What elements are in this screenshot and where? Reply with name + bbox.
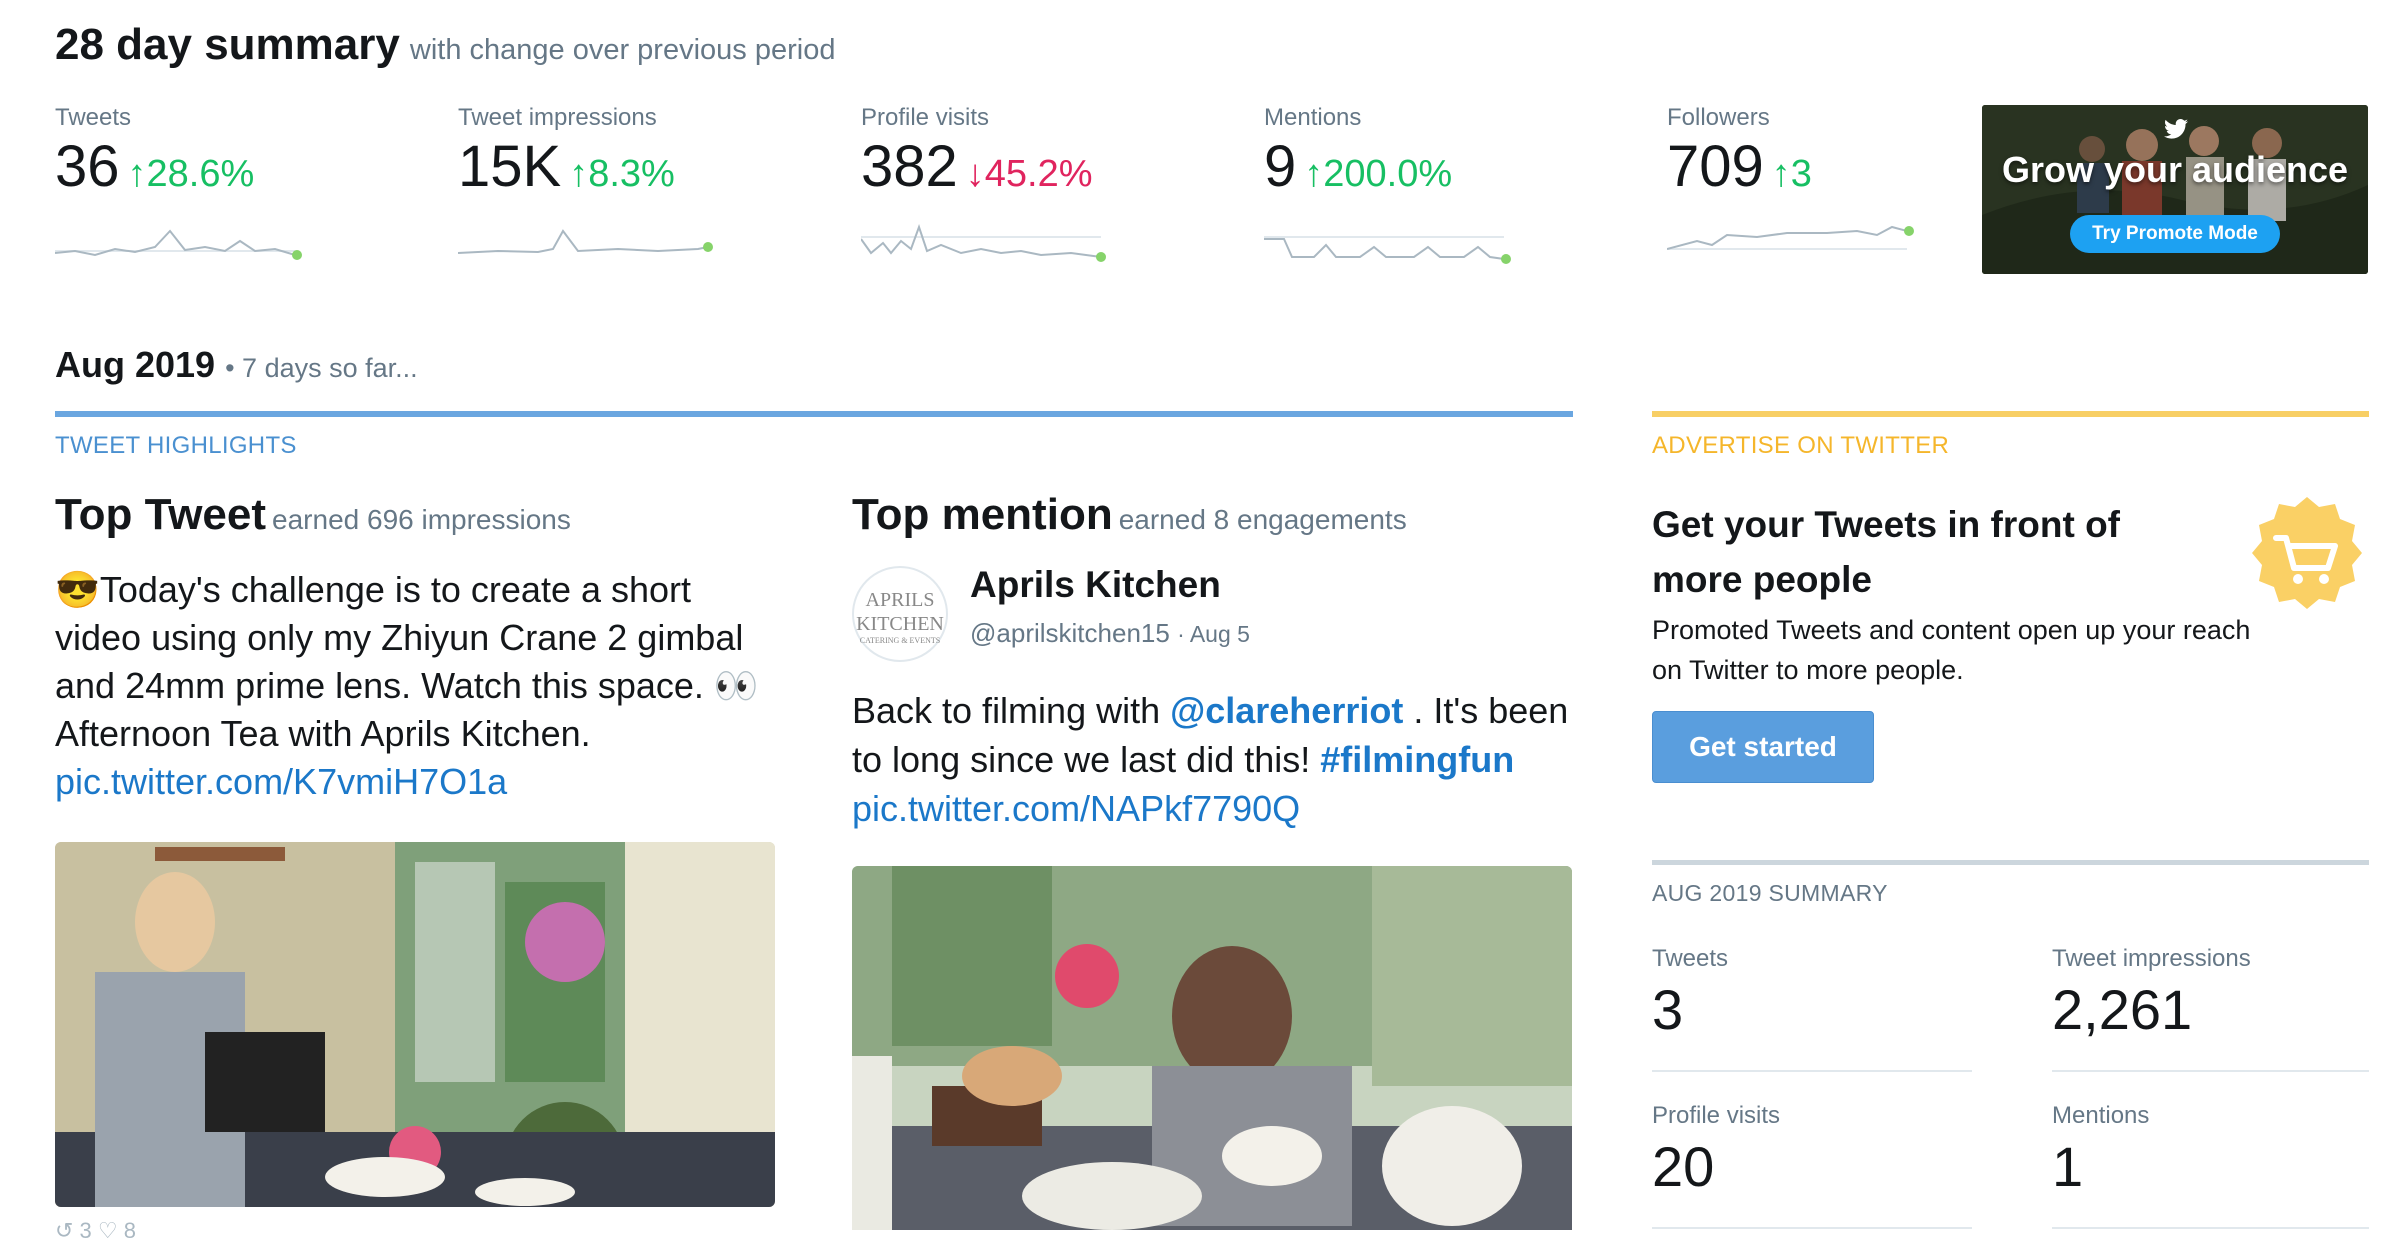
sparkline-followers xyxy=(1667,225,1914,250)
metric-label: Tweets xyxy=(55,104,132,131)
metric-value: 36 xyxy=(55,134,120,199)
metric-mentions[interactable]: Mentions 9 ↑200.0% xyxy=(1264,104,1644,273)
metric-label: Profile visits xyxy=(861,104,990,131)
summary-subtitle: with change over previous period xyxy=(409,34,836,66)
top-tweet-text[interactable]: 😎Today's challenge is to create a short … xyxy=(55,566,785,806)
metric-value: 709 xyxy=(1667,134,1764,199)
hashtag-link[interactable]: #filmingfun xyxy=(1320,739,1514,780)
aug-stat-divider xyxy=(2052,1227,2369,1229)
period-header: Aug 2019 • 7 days so far... xyxy=(55,344,418,386)
top-tweet-engagement-stats: ↺ 3 ♡ 8 xyxy=(55,1218,136,1243)
top-mention-title: Top mention earned 8 engagements xyxy=(852,490,1407,539)
top-tweet-photo[interactable] xyxy=(55,842,775,1207)
metric-label: Tweet impressions xyxy=(458,104,657,131)
highlights-divider xyxy=(55,411,1573,417)
summary-title: 28 day summary with change over previous … xyxy=(55,20,835,70)
top-mention-photo[interactable] xyxy=(852,866,1572,1230)
top-mention-image xyxy=(852,866,1572,1230)
aug-stat-value: 1 xyxy=(2052,1135,2084,1198)
metric-value: 15K xyxy=(458,134,562,199)
aug-summary-divider xyxy=(1652,860,2369,865)
mention-author-handle: @aprilskitchen15 · Aug 5 xyxy=(970,618,1250,648)
metric-change: ↑3 xyxy=(1771,153,1812,195)
aug-stat-label: Profile visits xyxy=(1652,1102,1781,1129)
aug-stat-divider xyxy=(1652,1070,1972,1072)
aug-stat-mentions[interactable]: Mentions 1 xyxy=(2052,1102,2369,1199)
aug-stat-tweets[interactable]: Tweets 3 xyxy=(1652,945,1972,1042)
try-promote-mode-button[interactable]: Try Promote Mode xyxy=(2070,215,2280,253)
period-note: • 7 days so far... xyxy=(225,353,418,383)
get-started-button[interactable]: Get started xyxy=(1652,711,1874,783)
aug-stat-tweet-impressions[interactable]: Tweet impressions 2,261 xyxy=(2052,945,2369,1042)
mention-date: · Aug 5 xyxy=(1177,621,1250,647)
aug-stat-divider xyxy=(2052,1070,2369,1072)
top-tweet-image xyxy=(55,842,775,1207)
avatar-text: APRILS xyxy=(865,589,935,611)
top-mention-text[interactable]: Back to filming with @clareherriot . It'… xyxy=(852,686,1572,833)
top-tweet-title: Top Tweet earned 696 impressions xyxy=(55,490,571,539)
metric-change: ↑28.6% xyxy=(127,153,255,195)
sparkline-impressions xyxy=(458,229,713,254)
twitter-bird-icon xyxy=(2164,119,2188,139)
top-mention-link[interactable]: pic.twitter.com/NAPkf7790Q xyxy=(852,788,1300,829)
top-mention-earned: earned 8 engagements xyxy=(1118,504,1407,535)
advertise-heading: Get your Tweets in front of more people xyxy=(1652,504,2120,600)
advertise-divider xyxy=(1652,411,2369,417)
aprils-kitchen-avatar[interactable]: APRILS KITCHEN CATERING & EVENTS xyxy=(852,566,948,662)
sparkline-mentions xyxy=(1264,236,1511,264)
metric-change: ↑8.3% xyxy=(569,153,675,195)
aug-summary-label: AUG 2019 SUMMARY xyxy=(1652,880,1888,906)
aug-stat-value: 2,261 xyxy=(2052,978,2193,1041)
aug-stat-divider xyxy=(1652,1227,1972,1229)
avatar-text: CATERING & EVENTS xyxy=(859,636,941,645)
metric-value: 382 xyxy=(861,134,958,199)
sparkline-tweets xyxy=(55,229,302,260)
promo-title: Grow your audience xyxy=(2001,149,2349,190)
aug-stat-profile-visits[interactable]: Profile visits 20 xyxy=(1652,1102,1972,1199)
mention-author-name[interactable]: Aprils Kitchen xyxy=(970,564,1221,606)
metric-tweet-impressions[interactable]: Tweet impressions 15K ↑8.3% xyxy=(458,104,838,263)
avatar-text: KITCHEN xyxy=(856,613,944,635)
aug-stat-value: 3 xyxy=(1652,978,1684,1041)
top-tweet-body: Today's challenge is to create a short v… xyxy=(55,569,759,754)
aug-stat-label: Tweet impressions xyxy=(2052,945,2251,972)
aug-stat-value: 20 xyxy=(1652,1135,1715,1198)
shopping-cart-icon xyxy=(2252,497,2362,609)
period-month: Aug 2019 xyxy=(55,344,216,385)
sunglasses-emoji-icon: 😎 xyxy=(55,569,100,610)
summary-title-text: 28 day summary xyxy=(55,20,400,69)
aug-stat-label: Mentions xyxy=(2052,1102,2150,1129)
sparkline-profile-visits xyxy=(861,223,1106,262)
promote-mode-card[interactable]: Grow your audience Try Promote Mode xyxy=(1982,105,2368,274)
metric-label: Mentions xyxy=(1264,104,1362,131)
top-tweet-link[interactable]: pic.twitter.com/K7vmiH7O1a xyxy=(55,761,507,802)
advertise-label: ADVERTISE ON TWITTER xyxy=(1652,432,1950,459)
metric-value: 9 xyxy=(1264,134,1297,199)
tweet-highlights-label: TWEET HIGHLIGHTS xyxy=(55,432,297,459)
metric-profile-visits[interactable]: Profile visits 382 ↓45.2% xyxy=(861,104,1241,273)
metric-change: ↓45.2% xyxy=(965,153,1093,195)
metric-change: ↑200.0% xyxy=(1304,153,1453,195)
aug-stat-label: Tweets xyxy=(1652,945,1729,972)
mention-user-link[interactable]: @clareherriot xyxy=(1170,690,1403,731)
metric-tweets[interactable]: Tweets 36 ↑28.6% xyxy=(55,104,435,263)
advertise-body: Promoted Tweets and content open up your… xyxy=(1652,615,2251,685)
top-tweet-earned: earned 696 impressions xyxy=(272,504,571,535)
